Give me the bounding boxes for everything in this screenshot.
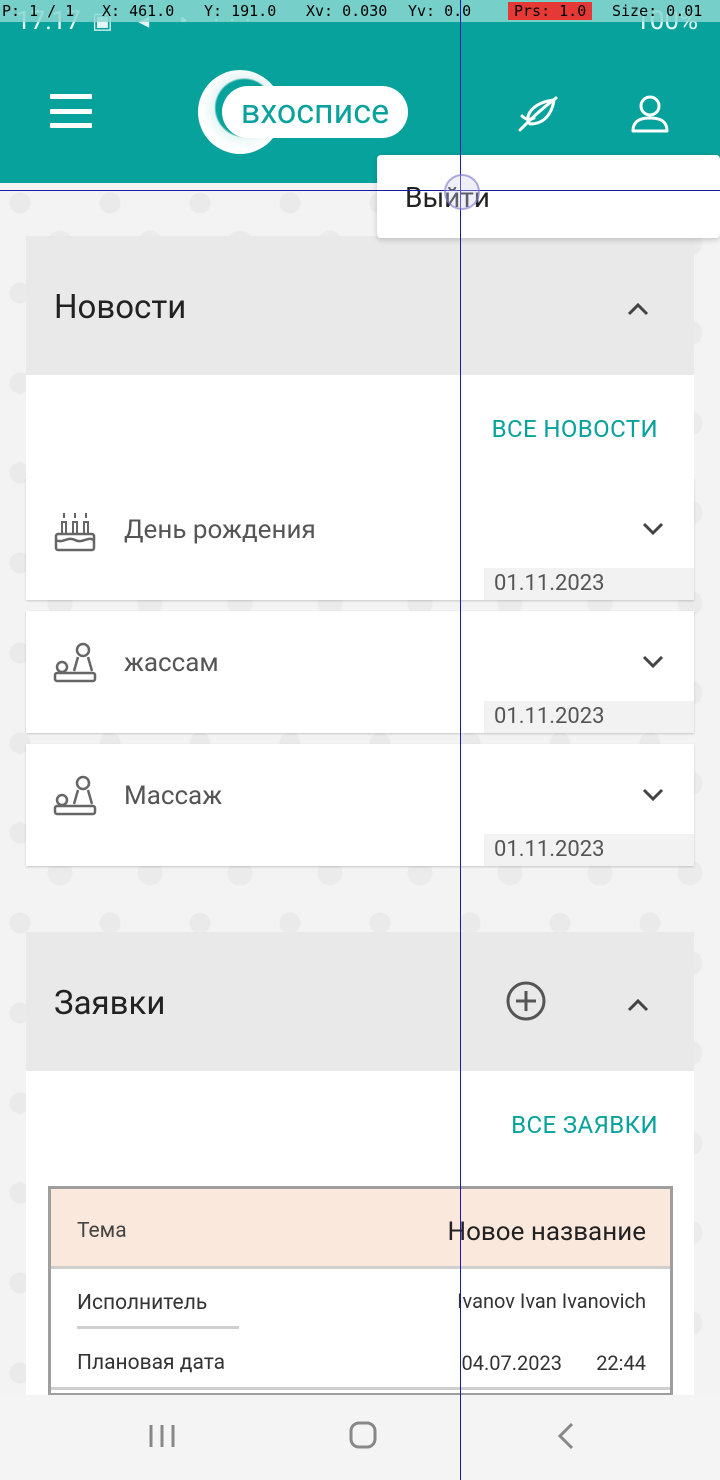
chevron-down-icon[interactable] xyxy=(642,788,664,802)
user-icon[interactable] xyxy=(630,94,670,134)
news-item[interactable]: Массаж 01.11.2023 xyxy=(26,744,694,866)
recent-apps-icon[interactable] xyxy=(148,1423,176,1449)
chevron-up-icon[interactable] xyxy=(626,301,650,317)
news-title: Новости xyxy=(54,288,187,327)
news-item[interactable]: жассам 01.11.2023 xyxy=(26,611,694,733)
news-item-date: 01.11.2023 xyxy=(484,568,694,600)
news-item-date: 01.11.2023 xyxy=(484,834,694,866)
news-panel-body: ВСЕ НОВОСТИ xyxy=(26,375,694,485)
news-item-title: Массаж xyxy=(124,781,223,811)
all-news-link[interactable]: ВСЕ НОВОСТИ xyxy=(492,415,658,443)
news-panel-header[interactable]: Новости xyxy=(26,236,694,375)
logo-text: вхосписе xyxy=(222,86,408,138)
menu-icon[interactable] xyxy=(50,94,92,128)
news-item[interactable]: День рождения 01.11.2023 xyxy=(26,478,694,600)
app-logo: вхосписе xyxy=(198,70,412,154)
all-requests-link[interactable]: ВСЕ ЗАЯВКИ xyxy=(511,1111,658,1139)
massage-icon xyxy=(53,775,97,816)
pointer-debug-overlay: P: 1 / 1 X: 461.0 Y: 191.0 Xv: 0.030 Yv:… xyxy=(0,0,720,22)
home-icon[interactable] xyxy=(349,1421,377,1449)
request-topic-row: Тема Новое название xyxy=(51,1189,670,1269)
back-icon[interactable] xyxy=(556,1421,576,1451)
request-executor-row: Исполнитель Ivanov Ivan Ivanovich xyxy=(51,1285,670,1345)
debug-yv: Yv: 0.0 xyxy=(408,2,472,20)
birthday-cake-icon xyxy=(54,513,96,552)
news-item-title: День рождения xyxy=(124,515,316,545)
news-item-date: 01.11.2023 xyxy=(484,701,694,733)
request-card[interactable]: Тема Новое название Исполнитель Ivanov I… xyxy=(48,1186,673,1396)
planned-date-value: 04.07.2023 xyxy=(461,1351,562,1375)
news-item-title: жассам xyxy=(124,648,219,678)
add-circle-icon[interactable] xyxy=(505,980,547,1022)
planned-time-value: 22:44 xyxy=(596,1351,646,1375)
system-navigation-bar xyxy=(0,1395,720,1480)
chevron-down-icon[interactable] xyxy=(642,655,664,669)
topic-value: Новое название xyxy=(447,1217,646,1247)
user-dropdown-menu: Выйти xyxy=(377,155,720,238)
feather-icon[interactable] xyxy=(516,94,560,134)
debug-xv: Xv: 0.030 xyxy=(306,2,388,20)
chevron-up-icon[interactable] xyxy=(626,997,650,1013)
planned-date-label: Плановая дата xyxy=(77,1351,226,1375)
executor-divider xyxy=(77,1326,239,1329)
debug-pointer-count: P: 1 / 1 xyxy=(2,2,75,20)
requests-panel-header[interactable]: Заявки xyxy=(26,932,694,1071)
requests-title: Заявки xyxy=(54,984,166,1023)
debug-pressure: Prs: 1.0 xyxy=(508,2,593,20)
topic-label: Тема xyxy=(77,1219,127,1243)
executor-label: Исполнитель xyxy=(77,1291,208,1315)
pointer-crosshair-vertical xyxy=(460,0,461,1480)
debug-y: Y: 191.0 xyxy=(204,2,277,20)
executor-value: Ivanov Ivan Ivanovich xyxy=(457,1289,646,1313)
pointer-crosshair-horizontal xyxy=(0,190,720,191)
massage-icon xyxy=(53,642,97,683)
touch-point-indicator xyxy=(444,174,480,210)
debug-size: Size: 0.01 xyxy=(612,2,703,20)
chevron-down-icon[interactable] xyxy=(642,522,664,536)
debug-x: X: 461.0 xyxy=(102,2,175,20)
request-card-divider xyxy=(51,1387,670,1390)
